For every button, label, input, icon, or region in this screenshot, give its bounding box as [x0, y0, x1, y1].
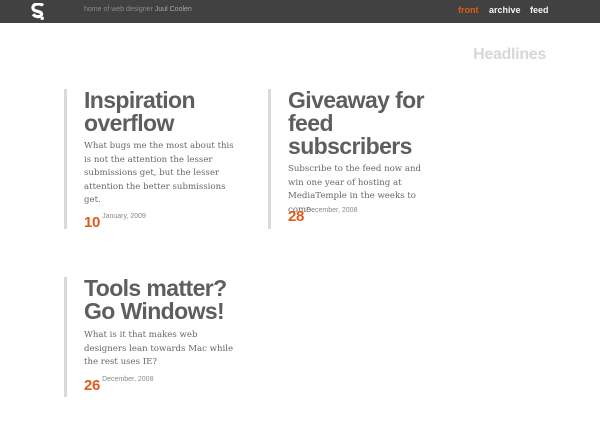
section-title: Headlines — [473, 46, 546, 63]
nav-archive[interactable]: archive — [489, 5, 521, 15]
tagline-prefix: home of web designer — [84, 6, 153, 13]
nav-front[interactable]: front — [458, 5, 479, 15]
post-date: 28 December, 2008 — [288, 207, 357, 226]
post-title-line: Inspiration — [84, 87, 196, 113]
s-logo-icon[interactable] — [31, 3, 45, 20]
post-title-line: feed — [288, 110, 334, 136]
post-title-link[interactable]: Tools matter? Go Windows! — [84, 277, 227, 323]
post-date: 26 December, 2008 — [84, 376, 153, 395]
post-month-year: January, 2009 — [102, 213, 146, 220]
site-tagline: home of web designer Juul Coolen — [84, 6, 192, 13]
post-title-link[interactable]: Inspiration overflow — [84, 87, 196, 136]
post-giveaway-for-feed-subscribers: Giveaway for feed subscribers Subscribe … — [268, 89, 471, 229]
post-title-line: Tools matter? — [84, 275, 227, 301]
post-title-line: Go Windows! — [84, 298, 225, 324]
post-excerpt: What is it that makes web designers lean… — [84, 330, 234, 367]
top-bar: home of web designer Juul Coolen front a… — [0, 0, 600, 23]
post-title-line: Giveaway for — [288, 87, 425, 113]
post-title-line: overflow — [84, 110, 174, 136]
post-day: 10 — [84, 214, 101, 231]
nav-feed[interactable]: feed — [530, 5, 549, 15]
designer-name: Juul Coolen — [154, 6, 192, 13]
post-date: 10 January, 2009 — [84, 213, 146, 232]
post-inspiration-overflow: Inspiration overflow What bugs me the mo… — [64, 87, 257, 232]
post-day: 28 — [288, 208, 305, 225]
post-title-link[interactable]: Giveaway for feed subscribers — [288, 87, 425, 159]
post-excerpt: What bugs me the most about this is not … — [84, 141, 234, 205]
post-month-year: December, 2008 — [306, 207, 358, 214]
post-day: 26 — [84, 377, 101, 394]
post-month-year: December, 2008 — [102, 376, 154, 383]
post-title-line: subscribers — [288, 133, 412, 159]
post-tools-matter: Tools matter? Go Windows! What is it tha… — [64, 277, 257, 397]
